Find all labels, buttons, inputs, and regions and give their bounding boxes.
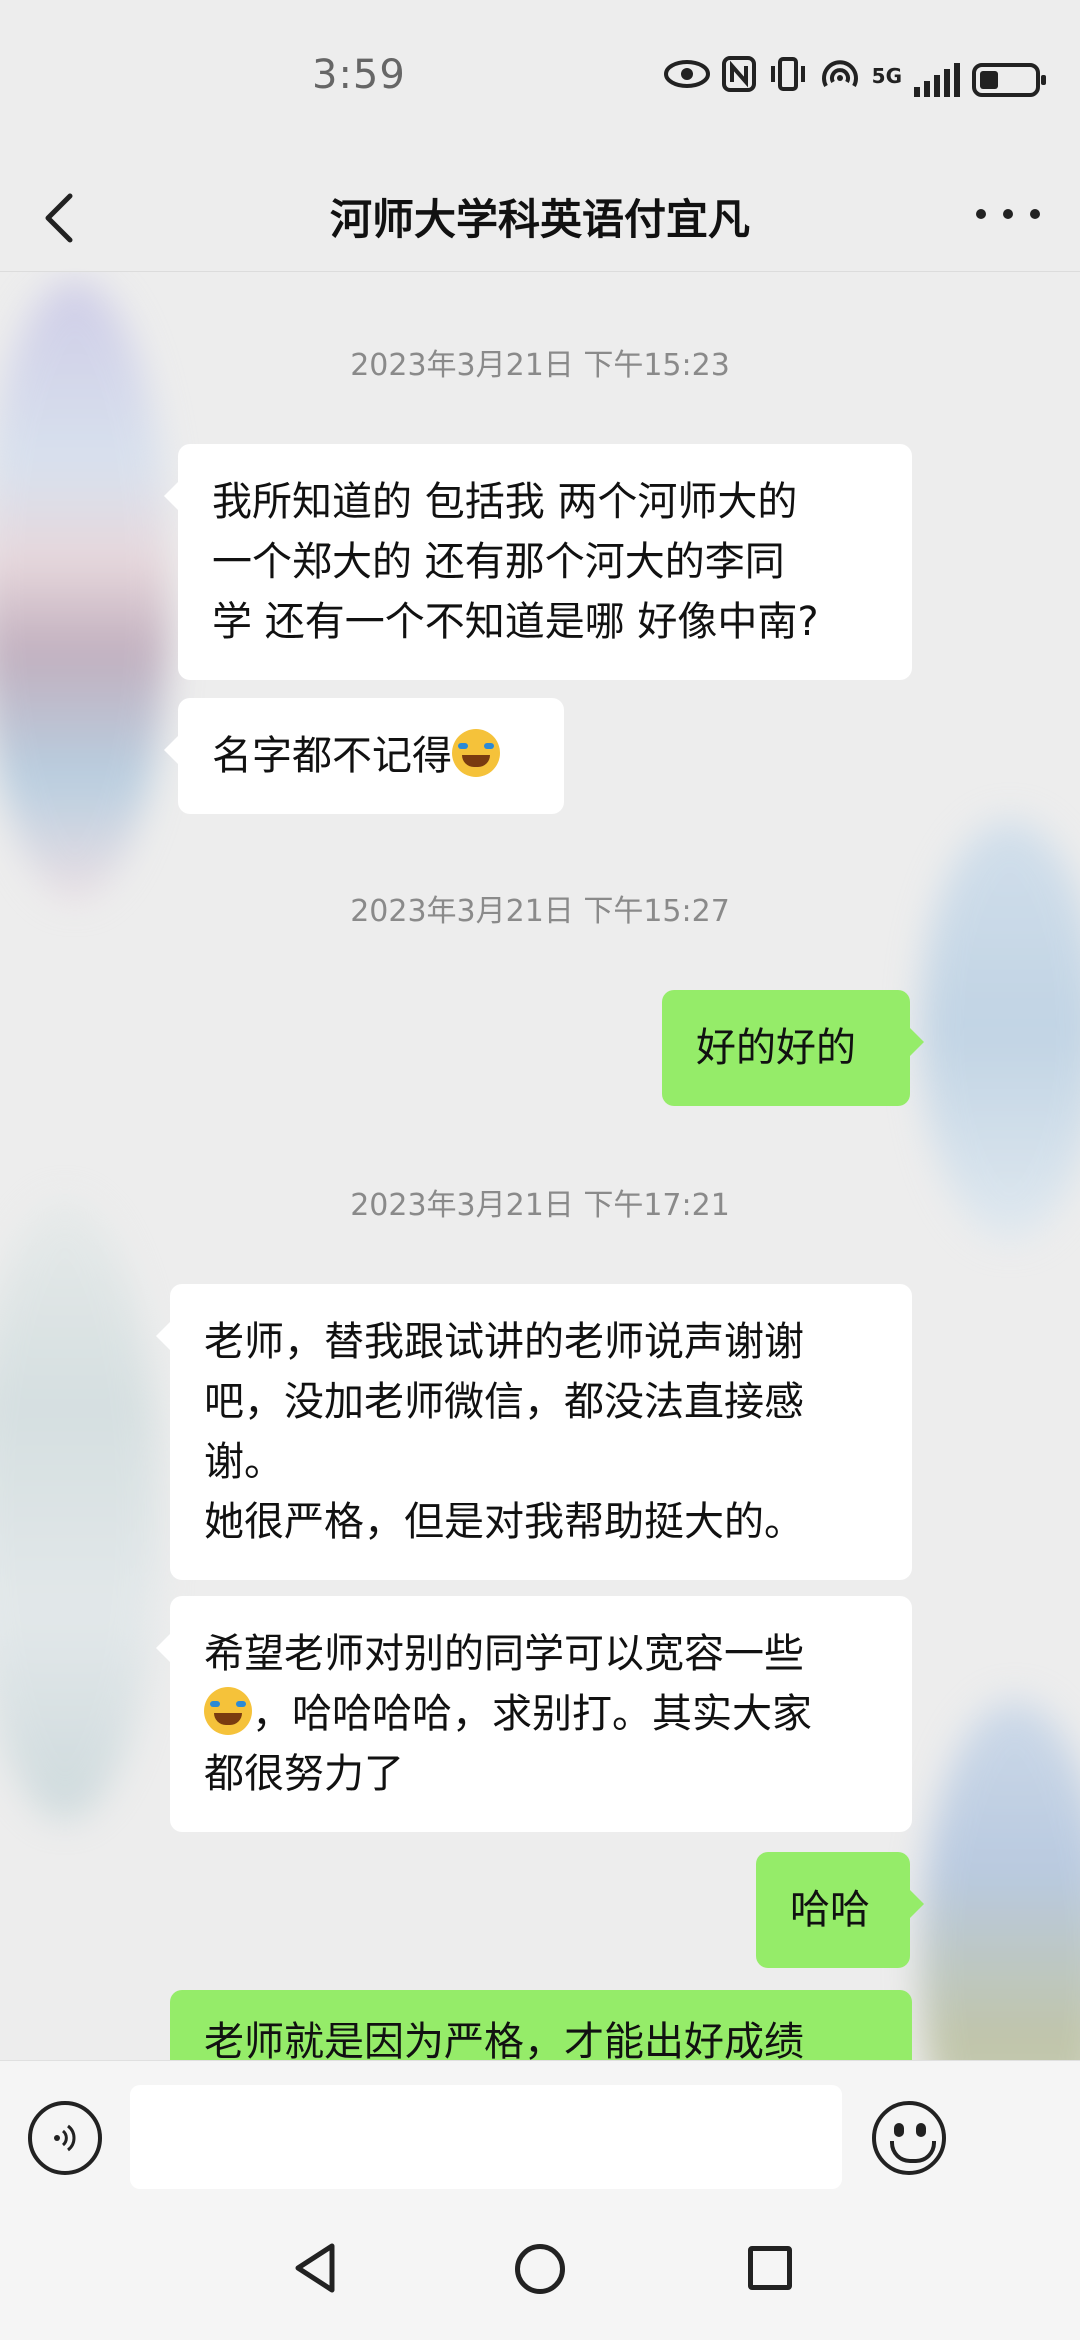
facepalm-emoji-icon bbox=[204, 1687, 252, 1735]
status-bar: 3:59 5G bbox=[0, 0, 1080, 160]
message-line: 一个郑大的 还有那个河大的李同 bbox=[212, 539, 785, 585]
watercolor-decoration bbox=[0, 1200, 160, 1820]
voice-input-icon[interactable] bbox=[28, 2101, 102, 2175]
hotspot-icon bbox=[820, 56, 860, 103]
facepalm-emoji-icon bbox=[452, 729, 500, 777]
sent-message[interactable]: 哈哈 bbox=[756, 1852, 924, 1968]
message-line: 吧，没加老师微信，都没法直接感 bbox=[204, 1379, 804, 1425]
message-line: 学 还有一个不知道是哪 好像中南? bbox=[212, 599, 819, 645]
message-line: 老师，替我跟试讲的老师说声谢谢 bbox=[204, 1319, 804, 1365]
chat-header: 河师大学科英语付宜凡 bbox=[0, 160, 1080, 272]
message-line: ，哈哈哈哈，求别打。其实大家 bbox=[204, 1684, 878, 1744]
signal-icon bbox=[914, 62, 960, 97]
vibrate-icon bbox=[768, 56, 808, 103]
received-message[interactable]: 老师，替我跟试讲的老师说声谢谢 吧，没加老师微信，都没法直接感 谢。 她很严格，… bbox=[156, 1284, 912, 1580]
emoji-picker-icon[interactable] bbox=[872, 2101, 946, 2175]
message-timestamp: 2023年3月21日 下午15:27 bbox=[350, 894, 730, 929]
message-line: 谢。 bbox=[204, 1439, 284, 1485]
message-line: 都很努力了 bbox=[204, 1751, 404, 1797]
eye-icon bbox=[663, 59, 710, 100]
chat-title: 河师大学科英语付宜凡 bbox=[329, 195, 750, 244]
system-home-icon[interactable] bbox=[515, 2244, 565, 2294]
sent-message[interactable]: 老师就是因为严格，才能出好成绩 bbox=[170, 1990, 912, 2060]
received-message[interactable]: 希望老师对别的同学可以宽容一些 ，哈哈哈哈，求别打。其实大家 都很努力了 bbox=[156, 1596, 912, 1832]
message-timestamp: 2023年3月21日 下午15:23 bbox=[350, 348, 730, 383]
status-icons: 5G bbox=[663, 56, 1046, 103]
message-input[interactable] bbox=[130, 2085, 842, 2189]
received-message[interactable]: 名字都不记得 bbox=[164, 698, 564, 814]
status-time: 3:59 bbox=[312, 52, 406, 98]
message-text: 名字都不记得 bbox=[212, 733, 452, 779]
message-line: 我所知道的 包括我 两个河师大的 bbox=[212, 479, 798, 525]
system-back-icon[interactable] bbox=[290, 2240, 340, 2296]
input-bar bbox=[0, 2060, 1080, 2200]
message-line: 她很严格，但是对我帮助挺大的。 bbox=[204, 1499, 804, 1545]
received-message[interactable]: 我所知道的 包括我 两个河师大的 一个郑大的 还有那个河大的李同 学 还有一个不… bbox=[164, 444, 912, 680]
message-text: 老师就是因为严格，才能出好成绩 bbox=[204, 2019, 804, 2060]
message-line: 希望老师对别的同学可以宽容一些 bbox=[204, 1631, 804, 1677]
nfc-icon bbox=[721, 56, 756, 103]
system-navigation-bar bbox=[0, 2200, 1080, 2340]
watercolor-decoration bbox=[920, 820, 1080, 1240]
sent-message[interactable]: 好的好的 bbox=[662, 990, 924, 1106]
system-recents-icon[interactable] bbox=[748, 2246, 792, 2290]
more-options-icon[interactable] bbox=[976, 194, 1040, 234]
message-text: 好的好的 bbox=[696, 1025, 856, 1071]
message-text: 哈哈 bbox=[790, 1887, 870, 1933]
network-5g-label: 5G bbox=[871, 64, 902, 88]
message-timestamp: 2023年3月21日 下午17:21 bbox=[350, 1188, 730, 1223]
battery-icon bbox=[972, 62, 1046, 97]
